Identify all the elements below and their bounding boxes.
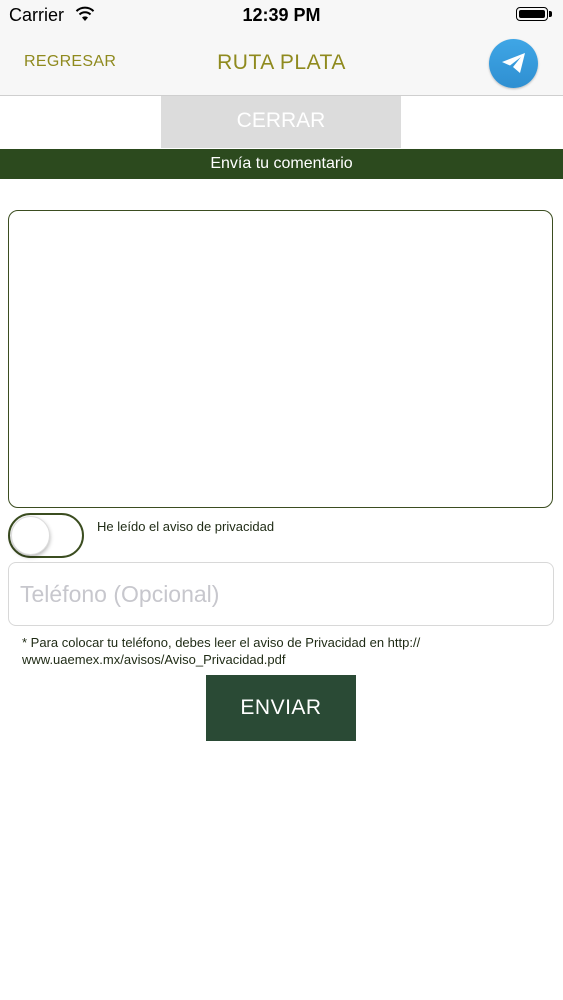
clock: 12:39 PM xyxy=(242,5,321,25)
privacy-note: * Para colocar tu teléfono, debes leer e… xyxy=(22,635,421,667)
page-title: RUTA PLATA xyxy=(217,51,346,74)
privacy-toggle[interactable] xyxy=(8,513,84,558)
status-bar: Carrier 12:39 PM xyxy=(0,0,563,32)
send-action-button[interactable] xyxy=(489,39,538,88)
toggle-knob xyxy=(11,516,50,555)
navigation-bar: REGRESAR RUTA PLATA xyxy=(0,32,563,96)
privacy-toggle-label: He leído el aviso de privacidad xyxy=(97,519,275,534)
comment-textarea[interactable] xyxy=(8,210,553,508)
battery-icon xyxy=(516,7,552,21)
comment-banner: Envía tu comentario xyxy=(0,149,563,179)
paper-plane-icon xyxy=(502,53,525,73)
submit-button[interactable]: ENVIAR xyxy=(206,675,356,741)
close-button[interactable]: CERRAR xyxy=(161,96,401,148)
phone-input[interactable] xyxy=(8,562,554,626)
